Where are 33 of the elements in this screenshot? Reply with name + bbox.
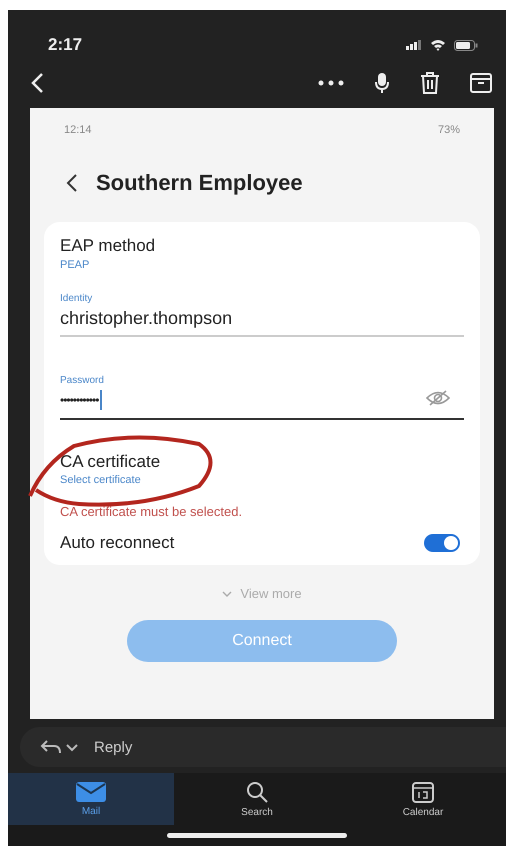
microphone-button[interactable] [374, 72, 390, 94]
reply-label: Reply [94, 738, 132, 756]
tab-item[interactable]: Search [174, 773, 340, 825]
toggle-switch[interactable] [424, 534, 460, 552]
setting-label: CA certificate [60, 452, 160, 472]
chevron-down-icon [222, 590, 232, 596]
delete-button[interactable] [420, 72, 440, 94]
signal-icon [406, 40, 422, 50]
eye-off-icon[interactable] [426, 390, 450, 406]
status-time: 2:17 [48, 35, 82, 55]
archive-button[interactable] [470, 73, 492, 93]
setting-label: EAP method [60, 236, 156, 256]
mail-icon [76, 782, 106, 802]
back-icon [66, 173, 78, 193]
battery-level: 73% [438, 124, 460, 136]
identity-field[interactable]: Identity christopher.thompson [60, 293, 464, 337]
network-title: Southern Employee [96, 170, 303, 196]
tab-item[interactable]: Calendar [340, 773, 506, 825]
select-certificate-link[interactable]: Select certificate [60, 474, 160, 486]
reply-icon [40, 739, 80, 755]
reply-bar[interactable]: Reply [20, 727, 506, 767]
error-message: CA certificate must be selected. [60, 504, 244, 519]
battery-icon [454, 40, 478, 50]
setting-label: Auto reconnect [60, 533, 174, 553]
more-button[interactable] [318, 80, 344, 86]
back-button[interactable] [30, 72, 44, 94]
setting-value: PEAP [60, 259, 90, 271]
status-time: 12:14 [64, 124, 92, 136]
tab-item[interactable]: Mail [8, 773, 174, 825]
password-field[interactable]: Password •••••••••••• [60, 375, 426, 410]
search-icon [246, 780, 268, 802]
wifi-icon [430, 39, 446, 51]
calendar-icon [412, 780, 434, 802]
